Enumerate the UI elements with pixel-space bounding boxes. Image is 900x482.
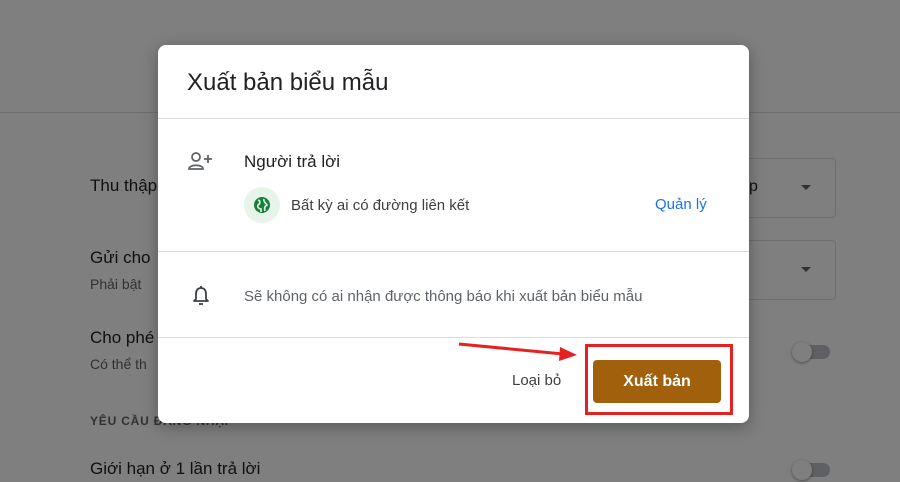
divider [158, 337, 749, 338]
globe-badge [244, 187, 280, 223]
divider [158, 118, 749, 119]
responders-heading: Người trả lời [244, 152, 341, 171]
manage-link[interactable]: Quản lý [655, 196, 707, 213]
notification-text: Sẽ không có ai nhận được thông báo khi x… [244, 288, 643, 305]
globe-icon [254, 197, 270, 213]
dialog-title: Xuất bản biểu mẫu [187, 69, 389, 96]
annotation-arrow [458, 342, 577, 361]
divider [158, 251, 749, 252]
annotation-highlight-box [585, 344, 733, 415]
access-level-text: Bất kỳ ai có đường liên kết [291, 197, 470, 214]
bell-icon [193, 286, 209, 305]
discard-button[interactable]: Loại bỏ [504, 366, 569, 395]
add-person-icon [188, 152, 212, 170]
